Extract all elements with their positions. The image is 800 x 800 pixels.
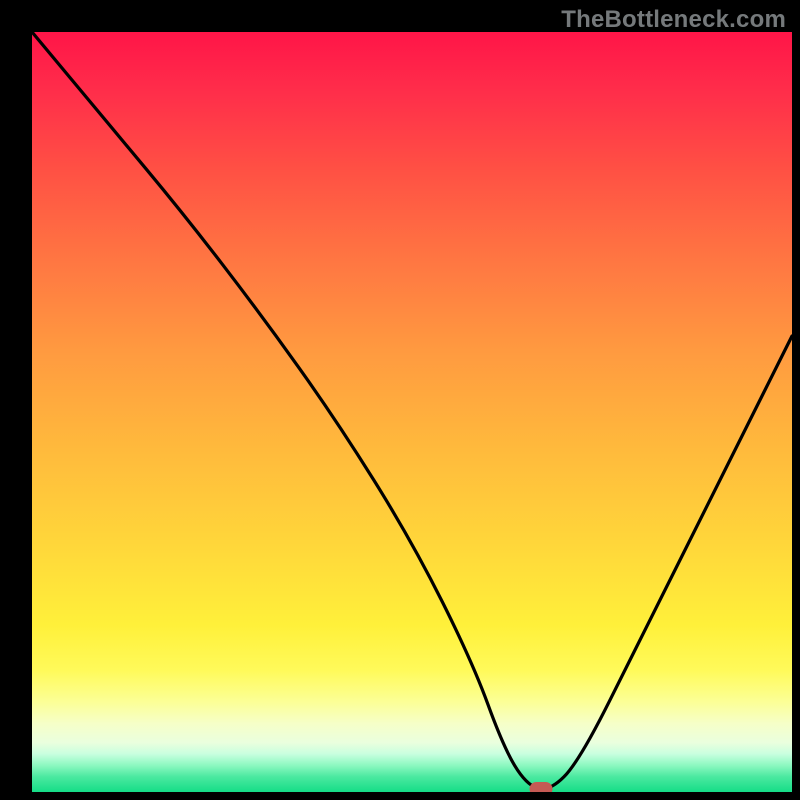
optimal-marker <box>530 782 553 792</box>
bottleneck-curve <box>32 32 792 792</box>
plot-area <box>32 32 792 792</box>
curve-path <box>32 32 792 789</box>
chart-frame: TheBottleneck.com <box>0 0 800 800</box>
watermark-text: TheBottleneck.com <box>561 6 786 34</box>
